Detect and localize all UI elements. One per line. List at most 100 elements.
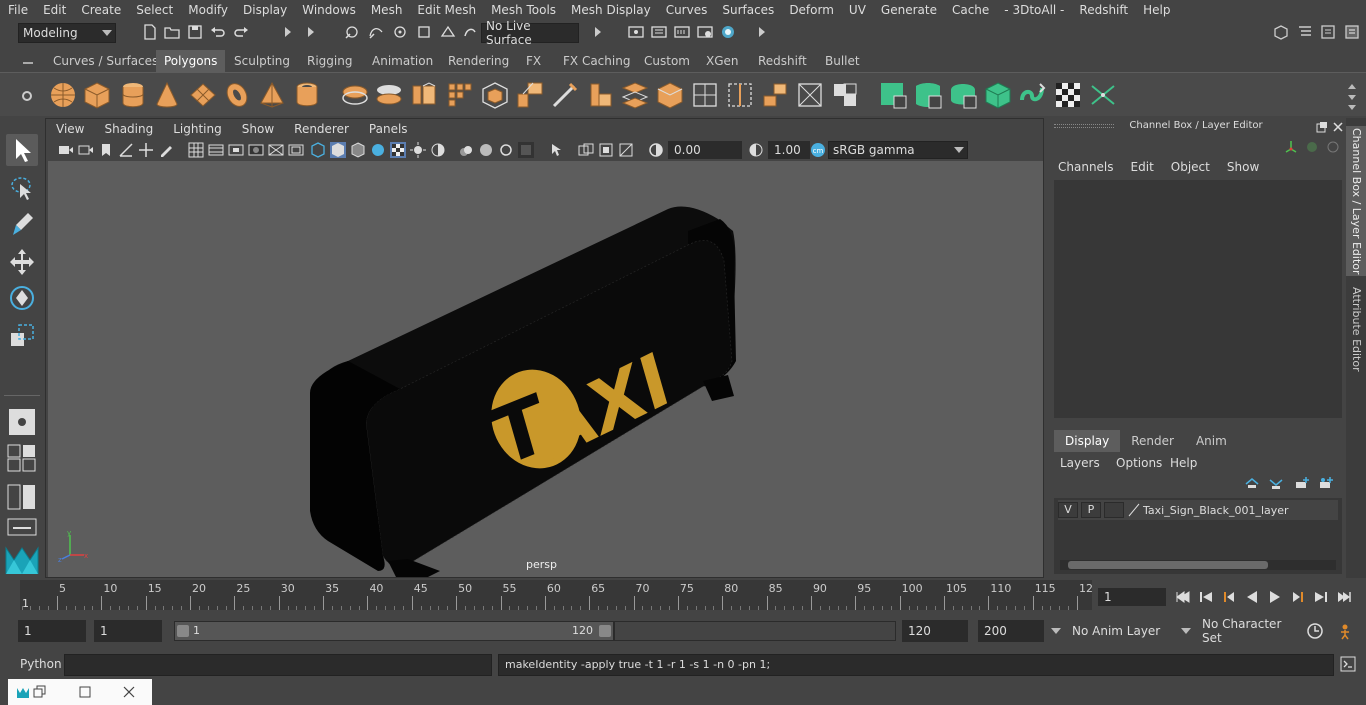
poly-torus-icon[interactable] <box>222 80 252 110</box>
layer-name[interactable]: Taxi_Sign_Black_001_layer <box>1143 504 1289 517</box>
uv-spherical-icon[interactable] <box>948 80 978 110</box>
poly-cube-icon[interactable] <box>82 80 112 110</box>
snap-projected-icon[interactable] <box>416 24 432 40</box>
safe-action-icon[interactable] <box>288 142 304 158</box>
menu-create[interactable]: Create <box>73 3 128 17</box>
layer-tab-render[interactable]: Render <box>1120 430 1185 452</box>
four-view-layout-icon[interactable] <box>7 444 37 472</box>
options-menu[interactable]: Options <box>1116 456 1162 470</box>
xray-components-icon[interactable] <box>618 142 634 158</box>
save-scene-icon[interactable] <box>187 24 203 40</box>
viewport-menu-lighting[interactable]: Lighting <box>163 122 232 136</box>
attribute-editor-toggle-icon[interactable] <box>1320 24 1336 40</box>
anim-layer-dropdown[interactable]: No Anim Layer <box>1068 620 1194 642</box>
hypershade-icon[interactable] <box>720 24 736 40</box>
color-management-icon[interactable]: cm <box>810 142 826 158</box>
mirror-icon[interactable] <box>445 80 475 110</box>
channel-menu-channels[interactable]: Channels <box>1054 160 1127 174</box>
script-editor-icon[interactable] <box>1340 656 1356 672</box>
anti-aliasing-icon[interactable] <box>498 142 514 158</box>
select-camera-icon[interactable] <box>58 142 74 158</box>
range-end-handle[interactable] <box>599 625 611 637</box>
viewport-menu-renderer[interactable]: Renderer <box>284 122 359 136</box>
scale-tool-icon[interactable] <box>6 320 38 352</box>
outliner-layout-icon[interactable] <box>7 484 37 510</box>
paint-select-tool-icon[interactable] <box>6 208 38 240</box>
close-window-icon[interactable] <box>121 684 137 700</box>
wedge-icon[interactable] <box>795 80 825 110</box>
shelf-tab-curves-surfaces[interactable]: Curves / Surfaces <box>45 50 166 72</box>
field-chart-icon[interactable] <box>268 142 284 158</box>
image-plane-icon[interactable] <box>118 142 134 158</box>
speed-icon[interactable] <box>1305 140 1319 154</box>
new-layer-icon[interactable] <box>1294 476 1310 490</box>
render-settings-icon[interactable] <box>697 24 713 40</box>
separate-icon[interactable] <box>374 80 404 110</box>
chevron-down-icon[interactable] <box>1050 626 1062 636</box>
bookmark-icon[interactable] <box>98 142 114 158</box>
textured-icon[interactable] <box>390 142 406 158</box>
range-slider-track[interactable] <box>614 621 896 641</box>
scrollbar-thumb[interactable] <box>1068 561 1268 569</box>
play-forwards-icon[interactable] <box>1267 589 1283 605</box>
snap-view-plane-icon[interactable] <box>440 24 456 40</box>
layer-playback-toggle[interactable]: P <box>1081 502 1101 518</box>
shelf-tab-fx-caching[interactable]: FX Caching <box>555 50 638 72</box>
menu-deform[interactable]: Deform <box>781 3 841 17</box>
menu-surfaces[interactable]: Surfaces <box>714 3 781 17</box>
menu-redshift[interactable]: Redshift <box>1071 3 1135 17</box>
lasso-tool-icon[interactable] <box>6 172 38 204</box>
grid-toggle-icon[interactable] <box>188 142 204 158</box>
rotate-tool-icon[interactable] <box>6 282 38 314</box>
manipulator-icon[interactable] <box>1284 140 1298 154</box>
make-live-icon[interactable] <box>462 24 478 40</box>
render-view-icon[interactable] <box>628 24 644 40</box>
use-all-lights-icon[interactable] <box>410 142 426 158</box>
bevel-icon[interactable] <box>585 80 615 110</box>
playback-end-field[interactable]: 120 <box>902 620 968 642</box>
layer-tab-display[interactable]: Display <box>1054 430 1121 452</box>
bridge-icon[interactable] <box>620 80 650 110</box>
command-input[interactable] <box>64 654 492 676</box>
move-layer-down-icon[interactable] <box>1268 476 1284 490</box>
menu-mesh-tools[interactable]: Mesh Tools <box>483 3 563 17</box>
selection-mask-arrow-icon[interactable] <box>280 24 296 40</box>
menu-file[interactable]: File <box>0 3 35 17</box>
mode-dropdown[interactable]: Modeling <box>18 23 116 43</box>
xray-icon[interactable] <box>578 142 594 158</box>
step-back-frame-icon[interactable] <box>1221 589 1237 605</box>
float-panel-icon[interactable] <box>1316 121 1328 133</box>
select-tool-icon[interactable] <box>6 134 38 166</box>
menu-curves[interactable]: Curves <box>658 3 715 17</box>
menu-cache[interactable]: Cache <box>944 3 996 17</box>
play-backwards-icon[interactable] <box>1244 589 1260 605</box>
step-back-key-icon[interactable] <box>1198 589 1214 605</box>
wireframe-on-shaded-icon[interactable] <box>370 142 386 158</box>
isolate-select-icon[interactable] <box>548 142 564 158</box>
more-arrow-icon[interactable] <box>754 24 770 40</box>
single-perspective-layout-icon[interactable] <box>6 406 38 438</box>
menu-edit-mesh[interactable]: Edit Mesh <box>409 3 483 17</box>
shelf-tab-rendering[interactable]: Rendering <box>440 50 517 72</box>
move-layer-up-icon[interactable] <box>1244 476 1260 490</box>
redo-icon[interactable] <box>233 24 249 40</box>
film-gate-icon[interactable] <box>208 142 224 158</box>
character-set-dropdown[interactable]: No Character Set <box>1198 617 1296 645</box>
shelf-tab-custom[interactable]: Custom <box>636 50 698 72</box>
tab-attribute-editor[interactable]: Attribute Editor <box>1346 284 1366 374</box>
menu-3dtoall[interactable]: - 3DtoAll - <box>996 3 1071 17</box>
animation-start-field[interactable]: 1 <box>18 620 86 642</box>
smooth-icon[interactable] <box>409 80 439 110</box>
step-forward-frame-icon[interactable] <box>1290 589 1306 605</box>
shelf-tab-animation[interactable]: Animation <box>364 50 441 72</box>
undo-icon[interactable] <box>210 24 226 40</box>
shelf-tab-redshift[interactable]: Redshift <box>750 50 815 72</box>
render-frame-icon[interactable] <box>651 24 667 40</box>
help-menu[interactable]: Help <box>1170 456 1197 470</box>
snap-point-icon[interactable] <box>392 24 408 40</box>
fill-hole-icon[interactable] <box>655 80 685 110</box>
open-scene-icon[interactable] <box>164 24 180 40</box>
grease-pencil-icon[interactable] <box>158 142 174 158</box>
uv-checker-icon[interactable] <box>1053 80 1083 110</box>
menu-modify[interactable]: Modify <box>180 3 235 17</box>
